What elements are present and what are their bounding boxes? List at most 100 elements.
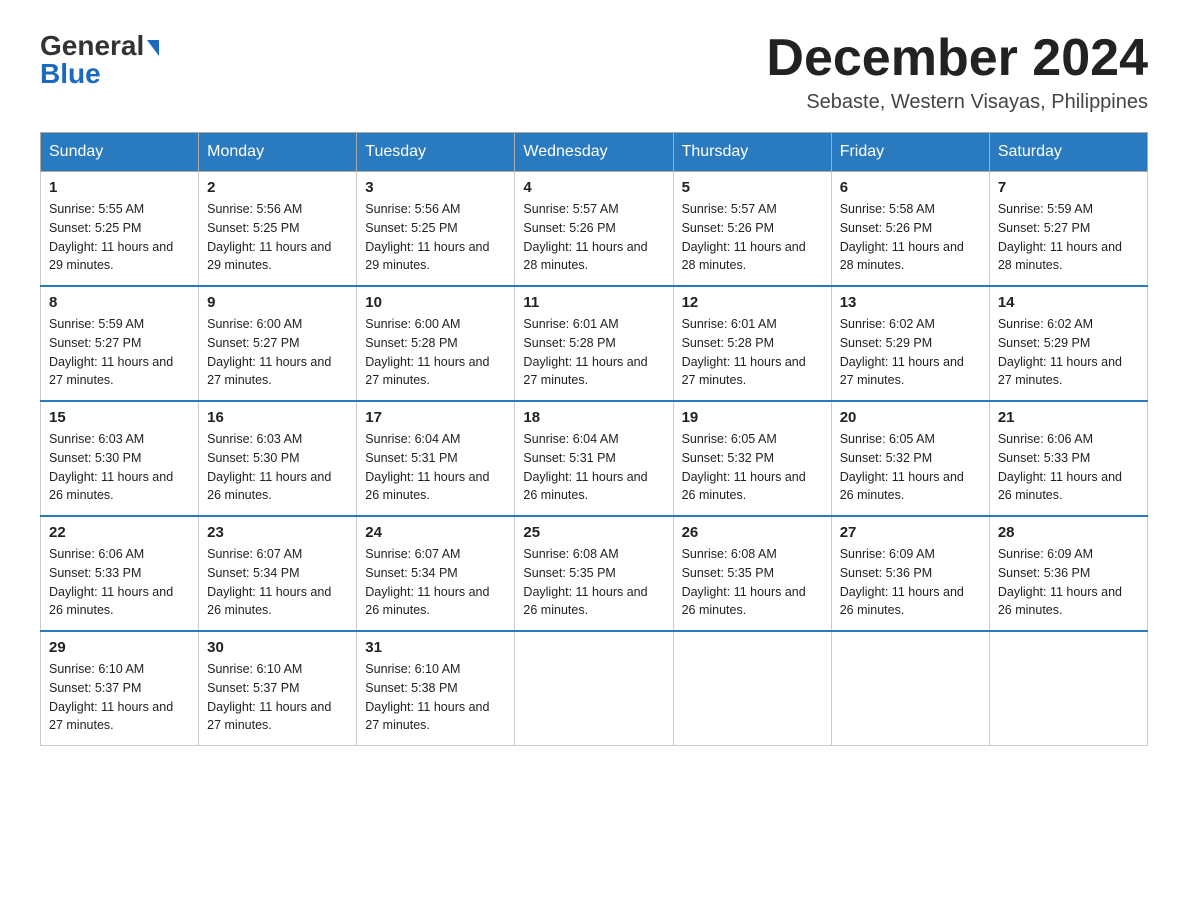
location-subtitle: Sebaste, Western Visayas, Philippines (766, 91, 1148, 114)
day-number: 29 (49, 639, 190, 656)
day-info: Sunrise: 6:10 AMSunset: 5:37 PMDaylight:… (49, 662, 173, 732)
table-row: 24 Sunrise: 6:07 AMSunset: 5:34 PMDaylig… (357, 516, 515, 631)
day-info: Sunrise: 6:05 AMSunset: 5:32 PMDaylight:… (682, 432, 806, 502)
table-row: 11 Sunrise: 6:01 AMSunset: 5:28 PMDaylig… (515, 286, 673, 401)
header-monday: Monday (199, 133, 357, 172)
table-row: 5 Sunrise: 5:57 AMSunset: 5:26 PMDayligh… (673, 172, 831, 287)
day-number: 25 (523, 524, 664, 541)
table-row: 27 Sunrise: 6:09 AMSunset: 5:36 PMDaylig… (831, 516, 989, 631)
day-number: 11 (523, 294, 664, 311)
day-number: 8 (49, 294, 190, 311)
day-info: Sunrise: 6:04 AMSunset: 5:31 PMDaylight:… (365, 432, 489, 502)
day-info: Sunrise: 6:01 AMSunset: 5:28 PMDaylight:… (682, 317, 806, 387)
day-info: Sunrise: 6:06 AMSunset: 5:33 PMDaylight:… (49, 547, 173, 617)
day-number: 13 (840, 294, 981, 311)
table-row: 10 Sunrise: 6:00 AMSunset: 5:28 PMDaylig… (357, 286, 515, 401)
day-info: Sunrise: 6:09 AMSunset: 5:36 PMDaylight:… (998, 547, 1122, 617)
table-row: 26 Sunrise: 6:08 AMSunset: 5:35 PMDaylig… (673, 516, 831, 631)
day-info: Sunrise: 6:00 AMSunset: 5:28 PMDaylight:… (365, 317, 489, 387)
logo-triangle-icon (147, 40, 159, 56)
day-number: 19 (682, 409, 823, 426)
table-row: 14 Sunrise: 6:02 AMSunset: 5:29 PMDaylig… (989, 286, 1147, 401)
day-number: 27 (840, 524, 981, 541)
day-number: 31 (365, 639, 506, 656)
day-info: Sunrise: 6:03 AMSunset: 5:30 PMDaylight:… (49, 432, 173, 502)
day-number: 18 (523, 409, 664, 426)
table-row: 19 Sunrise: 6:05 AMSunset: 5:32 PMDaylig… (673, 401, 831, 516)
table-row: 12 Sunrise: 6:01 AMSunset: 5:28 PMDaylig… (673, 286, 831, 401)
day-info: Sunrise: 5:56 AMSunset: 5:25 PMDaylight:… (207, 202, 331, 272)
day-number: 5 (682, 179, 823, 196)
day-number: 24 (365, 524, 506, 541)
weekday-header-row: Sunday Monday Tuesday Wednesday Thursday… (41, 133, 1148, 172)
day-number: 4 (523, 179, 664, 196)
day-info: Sunrise: 6:09 AMSunset: 5:36 PMDaylight:… (840, 547, 964, 617)
day-number: 21 (998, 409, 1139, 426)
day-info: Sunrise: 6:01 AMSunset: 5:28 PMDaylight:… (523, 317, 647, 387)
table-row: 1 Sunrise: 5:55 AMSunset: 5:25 PMDayligh… (41, 172, 199, 287)
table-row: 3 Sunrise: 5:56 AMSunset: 5:25 PMDayligh… (357, 172, 515, 287)
table-row: 7 Sunrise: 5:59 AMSunset: 5:27 PMDayligh… (989, 172, 1147, 287)
day-info: Sunrise: 6:02 AMSunset: 5:29 PMDaylight:… (998, 317, 1122, 387)
table-row: 9 Sunrise: 6:00 AMSunset: 5:27 PMDayligh… (199, 286, 357, 401)
header-thursday: Thursday (673, 133, 831, 172)
month-title: December 2024 (766, 30, 1148, 87)
calendar-week-row: 29 Sunrise: 6:10 AMSunset: 5:37 PMDaylig… (41, 631, 1148, 746)
table-row: 20 Sunrise: 6:05 AMSunset: 5:32 PMDaylig… (831, 401, 989, 516)
calendar-week-row: 8 Sunrise: 5:59 AMSunset: 5:27 PMDayligh… (41, 286, 1148, 401)
table-row: 25 Sunrise: 6:08 AMSunset: 5:35 PMDaylig… (515, 516, 673, 631)
header-saturday: Saturday (989, 133, 1147, 172)
table-row: 13 Sunrise: 6:02 AMSunset: 5:29 PMDaylig… (831, 286, 989, 401)
day-number: 28 (998, 524, 1139, 541)
table-row (673, 631, 831, 746)
day-info: Sunrise: 6:10 AMSunset: 5:38 PMDaylight:… (365, 662, 489, 732)
table-row: 18 Sunrise: 6:04 AMSunset: 5:31 PMDaylig… (515, 401, 673, 516)
logo: General Blue (40, 30, 159, 90)
day-info: Sunrise: 5:57 AMSunset: 5:26 PMDaylight:… (682, 202, 806, 272)
table-row: 22 Sunrise: 6:06 AMSunset: 5:33 PMDaylig… (41, 516, 199, 631)
table-row: 28 Sunrise: 6:09 AMSunset: 5:36 PMDaylig… (989, 516, 1147, 631)
day-number: 30 (207, 639, 348, 656)
table-row: 21 Sunrise: 6:06 AMSunset: 5:33 PMDaylig… (989, 401, 1147, 516)
day-number: 20 (840, 409, 981, 426)
day-info: Sunrise: 6:05 AMSunset: 5:32 PMDaylight:… (840, 432, 964, 502)
day-number: 9 (207, 294, 348, 311)
day-info: Sunrise: 6:10 AMSunset: 5:37 PMDaylight:… (207, 662, 331, 732)
day-number: 26 (682, 524, 823, 541)
day-number: 7 (998, 179, 1139, 196)
table-row: 2 Sunrise: 5:56 AMSunset: 5:25 PMDayligh… (199, 172, 357, 287)
calendar-week-row: 1 Sunrise: 5:55 AMSunset: 5:25 PMDayligh… (41, 172, 1148, 287)
day-info: Sunrise: 5:59 AMSunset: 5:27 PMDaylight:… (998, 202, 1122, 272)
table-row: 6 Sunrise: 5:58 AMSunset: 5:26 PMDayligh… (831, 172, 989, 287)
day-info: Sunrise: 6:00 AMSunset: 5:27 PMDaylight:… (207, 317, 331, 387)
day-number: 22 (49, 524, 190, 541)
day-number: 1 (49, 179, 190, 196)
header-wednesday: Wednesday (515, 133, 673, 172)
table-row: 30 Sunrise: 6:10 AMSunset: 5:37 PMDaylig… (199, 631, 357, 746)
table-row: 17 Sunrise: 6:04 AMSunset: 5:31 PMDaylig… (357, 401, 515, 516)
day-info: Sunrise: 6:08 AMSunset: 5:35 PMDaylight:… (523, 547, 647, 617)
day-number: 15 (49, 409, 190, 426)
day-number: 23 (207, 524, 348, 541)
day-info: Sunrise: 6:04 AMSunset: 5:31 PMDaylight:… (523, 432, 647, 502)
table-row (831, 631, 989, 746)
day-info: Sunrise: 6:07 AMSunset: 5:34 PMDaylight:… (365, 547, 489, 617)
day-info: Sunrise: 5:59 AMSunset: 5:27 PMDaylight:… (49, 317, 173, 387)
page-header: General Blue December 2024 Sebaste, West… (40, 30, 1148, 114)
day-info: Sunrise: 5:58 AMSunset: 5:26 PMDaylight:… (840, 202, 964, 272)
day-number: 10 (365, 294, 506, 311)
day-info: Sunrise: 5:57 AMSunset: 5:26 PMDaylight:… (523, 202, 647, 272)
header-tuesday: Tuesday (357, 133, 515, 172)
calendar-table: Sunday Monday Tuesday Wednesday Thursday… (40, 132, 1148, 746)
day-info: Sunrise: 6:07 AMSunset: 5:34 PMDaylight:… (207, 547, 331, 617)
day-number: 2 (207, 179, 348, 196)
day-info: Sunrise: 6:06 AMSunset: 5:33 PMDaylight:… (998, 432, 1122, 502)
calendar-week-row: 15 Sunrise: 6:03 AMSunset: 5:30 PMDaylig… (41, 401, 1148, 516)
day-number: 17 (365, 409, 506, 426)
header-friday: Friday (831, 133, 989, 172)
table-row: 4 Sunrise: 5:57 AMSunset: 5:26 PMDayligh… (515, 172, 673, 287)
day-number: 14 (998, 294, 1139, 311)
day-number: 12 (682, 294, 823, 311)
title-block: December 2024 Sebaste, Western Visayas, … (766, 30, 1148, 114)
calendar-week-row: 22 Sunrise: 6:06 AMSunset: 5:33 PMDaylig… (41, 516, 1148, 631)
